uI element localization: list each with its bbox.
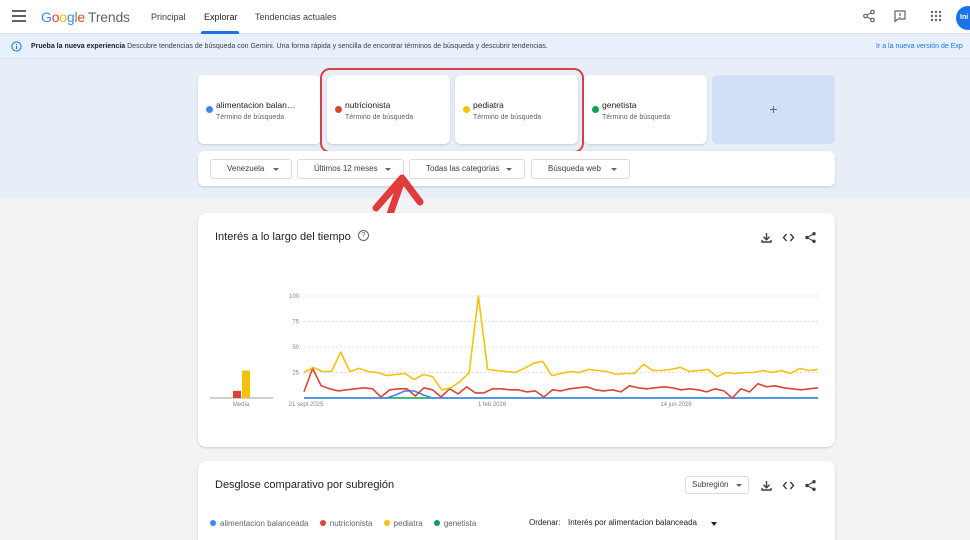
nav-tendencias-actuales[interactable]: Tendencias actuales — [255, 12, 337, 22]
subregion-select[interactable]: Subregión — [685, 476, 749, 494]
add-term-button[interactable]: + — [712, 75, 835, 144]
gemini-banner: Prueba la nueva experiencia Descubre ten… — [0, 34, 970, 59]
banner-body-text: Descubre tendencias de búsqueda con Gemi… — [125, 43, 548, 50]
legend-dot — [210, 520, 216, 526]
new-version-link[interactable]: Ir a la nueva versión de Exp — [876, 34, 963, 58]
info-icon — [11, 41, 22, 52]
caret-down-icon — [273, 168, 279, 171]
legend-item[interactable]: alimentacion balanceada — [210, 519, 309, 528]
filter-label: Todas las categorías — [426, 164, 500, 173]
y-tick-label: 50 — [292, 345, 299, 351]
embed-code-icon[interactable] — [782, 479, 795, 492]
legend-item[interactable]: pediatra — [383, 519, 423, 528]
term-name: genetista — [602, 100, 637, 110]
top-bar: Google Trends Principal Explorar Tendenci… — [0, 0, 970, 34]
term-card-alimentacion[interactable]: alimentacion balan… Término de búsqueda — [198, 75, 321, 144]
legend-label: genetista — [443, 519, 477, 528]
x-tick-label: 1 feb 2026 — [478, 402, 507, 408]
filter-label: Venezuela — [227, 164, 265, 173]
sort-select[interactable]: Interés por alimentacion balanceada — [568, 518, 697, 527]
interest-over-time-card: Interés a lo largo del tiempo ? 100 75 50 2… — [198, 213, 835, 447]
breakdown-legend: alimentacion balanceada nutricionista pe… — [210, 519, 485, 528]
legend-dot — [319, 520, 326, 526]
legend-label: alimentacion balanceada — [220, 519, 309, 528]
average-bar — [242, 370, 250, 398]
share-icon[interactable] — [862, 9, 876, 23]
sort-label: Ordenar: — [529, 518, 561, 527]
legend-label: nutricionista — [329, 519, 373, 528]
logo-trends-text: Trends — [88, 9, 130, 25]
filter-region[interactable]: Venezuela — [210, 159, 292, 179]
subregion-breakdown-card: Desglose comparativo por subregión Subre… — [198, 461, 835, 540]
filter-search-type[interactable]: Búsqueda web — [531, 159, 630, 179]
caret-down-icon — [506, 168, 512, 171]
legend-dot — [383, 520, 390, 526]
caret-down-icon — [736, 484, 742, 487]
y-tick-label: 25 — [292, 371, 299, 377]
nav-explorar[interactable]: Explorar — [204, 12, 238, 22]
x-tick-label: 21 sept 2025 — [289, 402, 324, 408]
logo-letter: e — [77, 9, 85, 25]
term-color-dot — [206, 106, 213, 113]
y-tick-label: 75 — [292, 320, 299, 326]
caret-down-icon — [611, 168, 617, 171]
interest-line-chart: 100 75 50 25 21 sept 2025 1 feb 2026 14 jun 20… — [210, 294, 819, 408]
term-type: Término de búsqueda — [602, 114, 671, 121]
legend-dot — [433, 520, 440, 526]
google-trends-logo[interactable]: Google Trends — [41, 9, 130, 25]
highlight-annotation — [320, 68, 584, 153]
nav-principal[interactable]: Principal — [151, 12, 186, 22]
banner-bold-text: Prueba la nueva experiencia — [31, 43, 126, 50]
card-title: Desglose comparativo por subregión — [215, 479, 395, 491]
average-label: Media — [233, 402, 250, 408]
legend-item[interactable]: genetista — [433, 519, 477, 528]
legend-label: pediatra — [393, 519, 423, 528]
legend-item[interactable]: nutricionista — [319, 519, 373, 528]
download-icon[interactable] — [760, 479, 773, 492]
series-line-pediatra — [303, 295, 819, 391]
feedback-icon[interactable] — [893, 9, 907, 23]
menu-icon[interactable] — [12, 10, 26, 22]
term-color-dot — [592, 106, 599, 113]
average-bar — [233, 390, 241, 398]
share-icon[interactable] — [804, 479, 817, 492]
caret-down-icon[interactable] — [711, 522, 717, 526]
term-name: alimentacion balan… — [216, 100, 296, 110]
apps-grid-icon[interactable] — [929, 9, 943, 23]
filters-bar: Venezuela Últimos 12 meses Todas las cat… — [198, 151, 835, 186]
term-card-genetista[interactable]: genetista Término de búsqueda — [584, 75, 707, 144]
select-label: Subregión — [692, 480, 729, 489]
term-type: Término de búsqueda — [216, 114, 285, 121]
filter-label: Búsqueda web — [548, 164, 601, 173]
banner-text: Prueba la nueva experiencia Descubre ten… — [31, 34, 548, 58]
caret-down-icon — [385, 168, 391, 171]
account-avatar[interactable]: Ini — [956, 6, 970, 30]
filter-category[interactable]: Todas las categorías — [409, 159, 525, 179]
y-tick-label: 100 — [289, 294, 300, 300]
logo-letter: o — [59, 9, 67, 25]
logo-letter: G — [41, 9, 52, 25]
x-tick-label: 14 jun 2026 — [660, 402, 692, 408]
